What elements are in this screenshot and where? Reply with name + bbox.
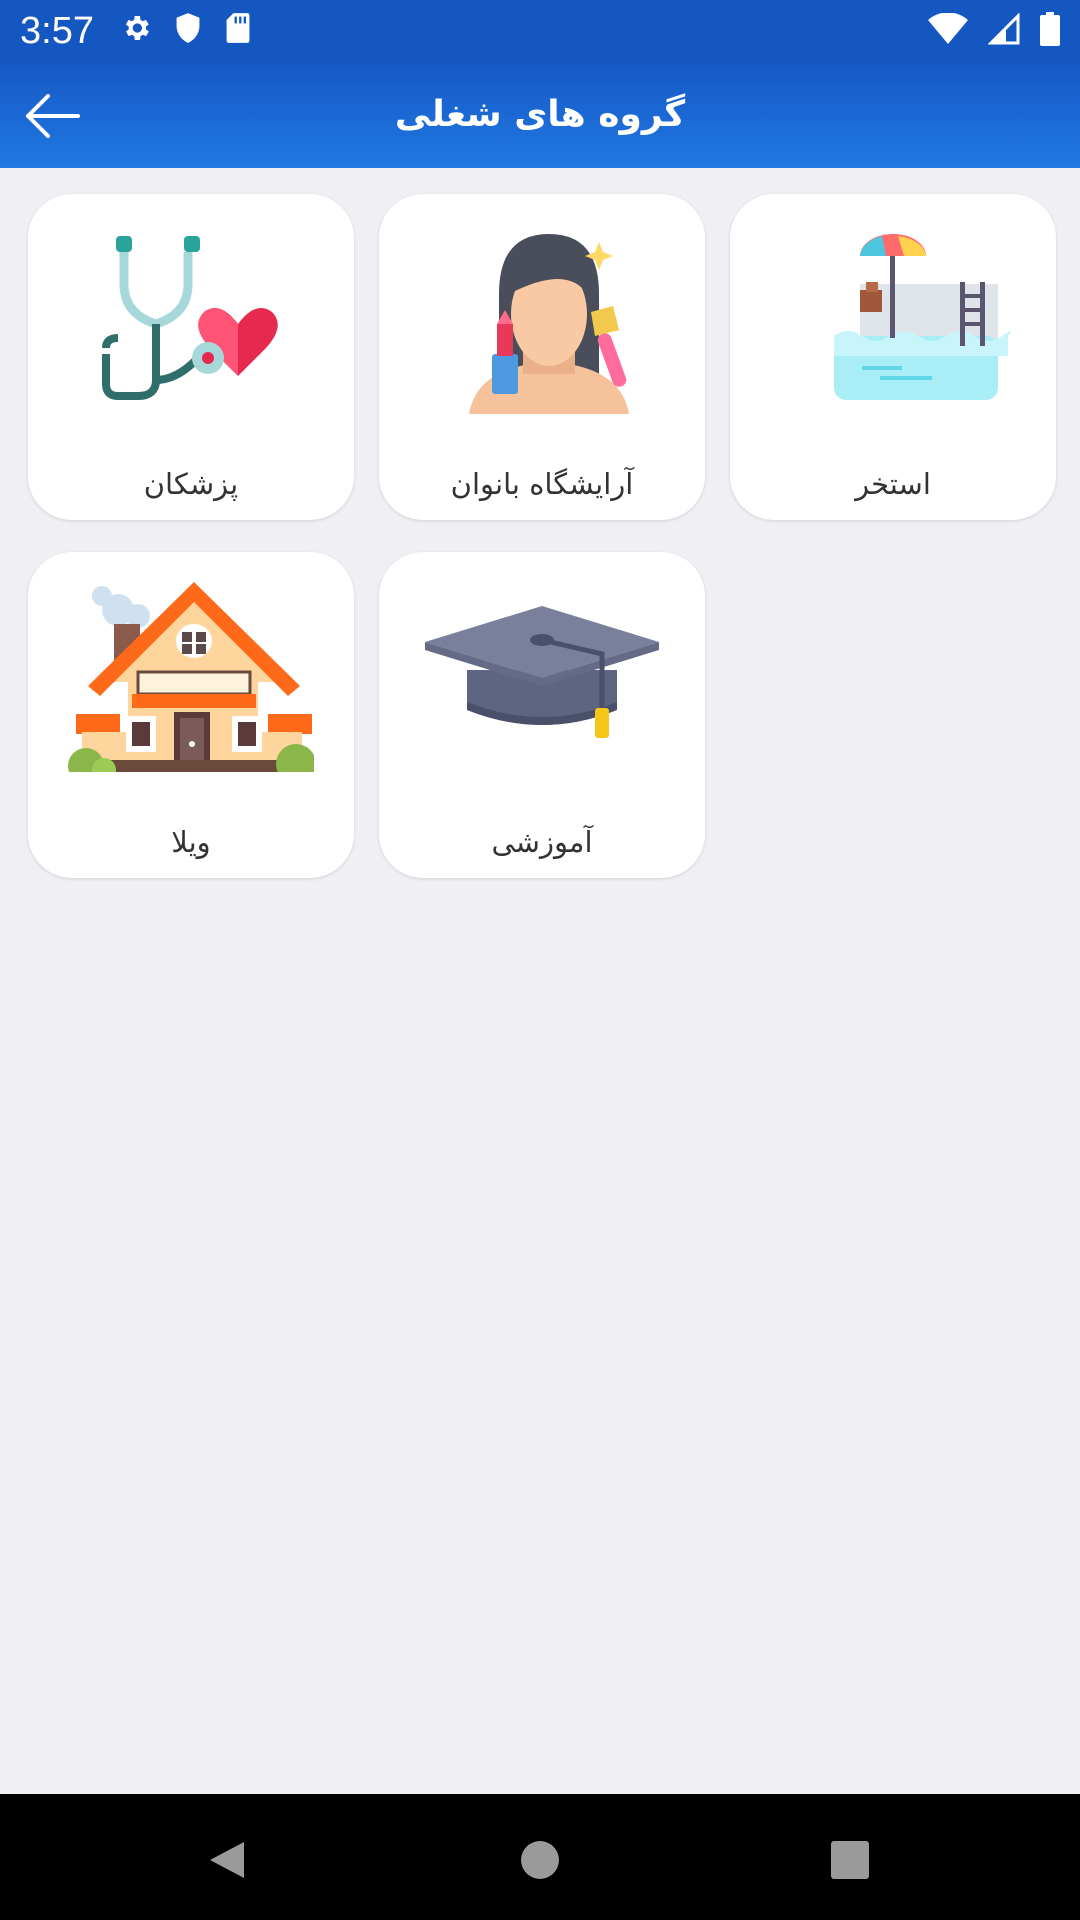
signal-icon: [988, 13, 1020, 45]
shield-icon: [176, 13, 200, 43]
gear-icon: [125, 16, 149, 40]
wifi-icon: [928, 13, 968, 44]
status-time: 3:57: [20, 10, 94, 52]
sd-card-icon: [226, 13, 250, 43]
nav-recents-button[interactable]: [820, 1830, 880, 1890]
navigation-bar: [0, 1794, 1080, 1920]
villa-house-icon: [68, 582, 314, 772]
stethoscope-heart-icon: [102, 236, 278, 400]
category-grid: استخر آرایشگاه بانوان پزشکان آموزشی ویلا: [0, 194, 1080, 894]
status-bar: 3:57: [0, 0, 1080, 63]
category-label: آموزشی: [491, 825, 593, 859]
category-card-educational[interactable]: آموزشی: [379, 552, 705, 878]
battery-icon: [1040, 12, 1060, 46]
category-card-villa[interactable]: ویلا: [28, 552, 354, 878]
beauty-salon-icon: [469, 234, 629, 414]
back-triangle-icon: [210, 1842, 244, 1878]
pool-icon: [834, 234, 1011, 400]
recents-square-icon: [831, 1841, 869, 1879]
category-label: پزشکان: [143, 467, 239, 501]
status-icons-right: [928, 12, 1060, 46]
home-circle-icon: [521, 1841, 559, 1879]
app-bar: گروه های شغلی: [0, 63, 1080, 168]
nav-home-button[interactable]: [510, 1830, 570, 1890]
category-card-doctors[interactable]: پزشکان: [28, 194, 354, 520]
category-label: ویلا: [171, 825, 211, 859]
category-card-pool[interactable]: استخر: [730, 194, 1056, 520]
nav-back-button[interactable]: [196, 1830, 256, 1890]
page-title: گروه های شغلی: [394, 94, 686, 135]
graduation-cap-icon: [425, 606, 659, 738]
category-label: استخر: [855, 467, 931, 501]
status-icons-left: [120, 12, 252, 44]
category-label: آرایشگاه بانوان: [450, 467, 634, 501]
category-card-beauty-salon[interactable]: آرایشگاه بانوان: [379, 194, 705, 520]
